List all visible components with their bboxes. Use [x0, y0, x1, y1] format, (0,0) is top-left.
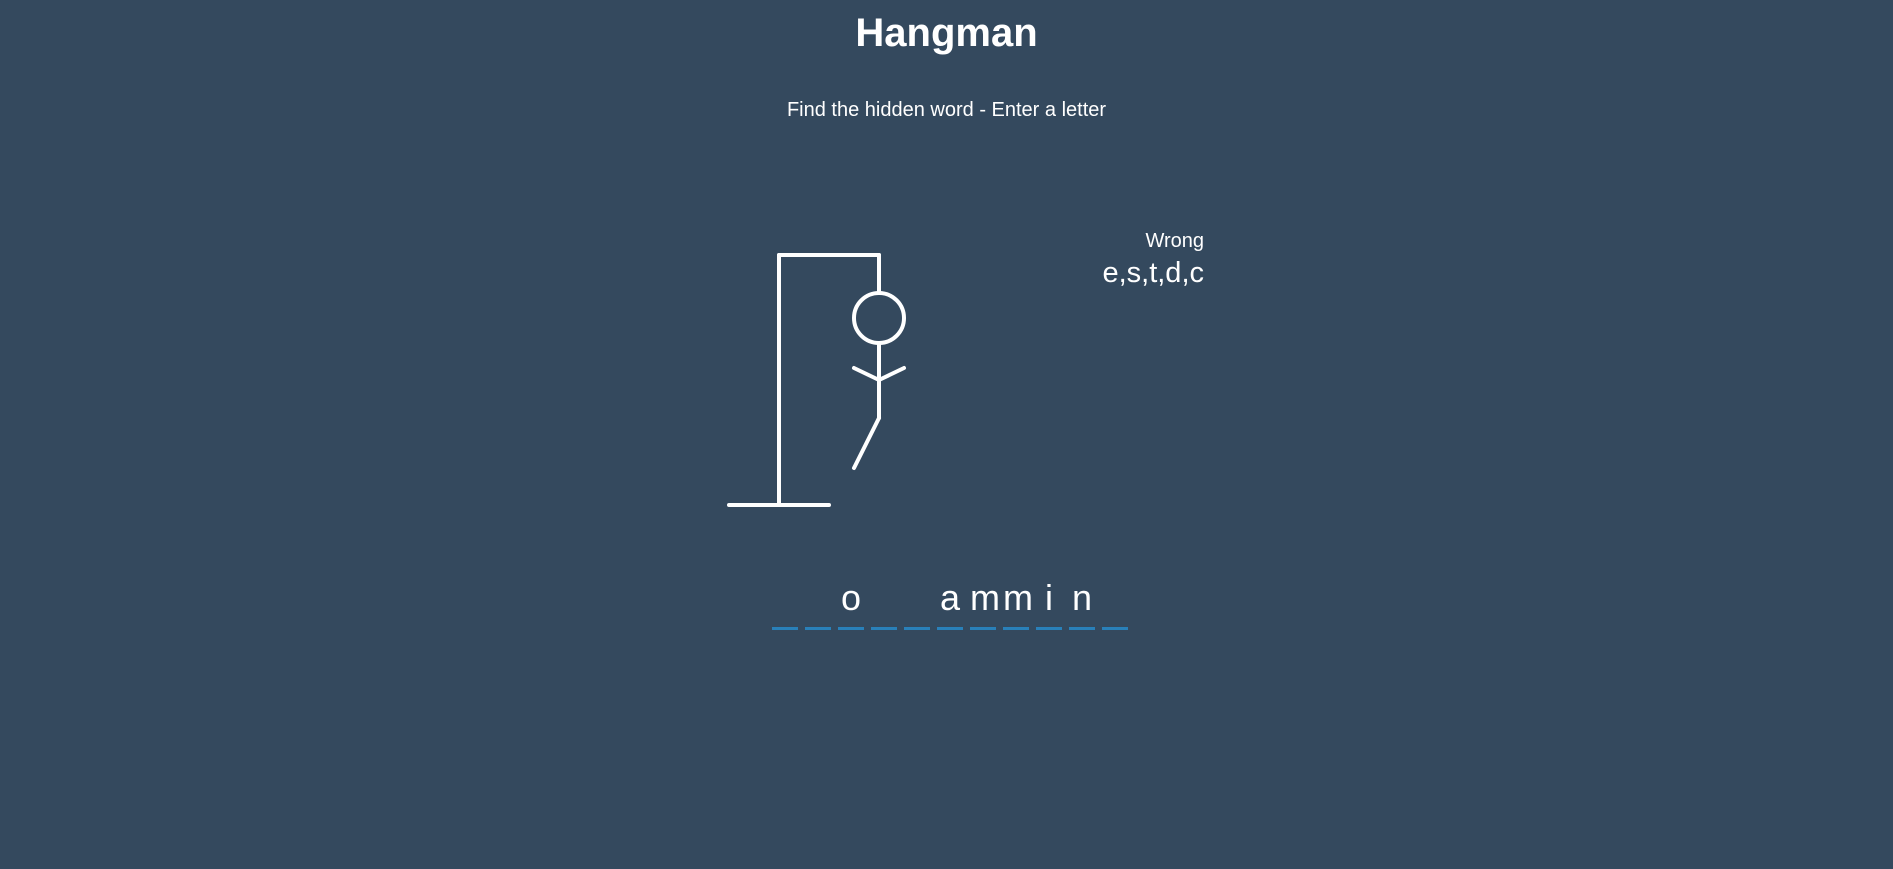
- word-letter-slot: [805, 575, 831, 630]
- word-letter-slot: a: [937, 575, 963, 630]
- word-letter-slot: [904, 575, 930, 630]
- wrong-label: Wrong: [1145, 230, 1204, 252]
- hangman-figure: [720, 240, 920, 520]
- word-letter-slot: m: [970, 575, 1000, 630]
- word-letter-slot: [871, 575, 897, 630]
- page-title: Hangman: [855, 11, 1038, 55]
- word-letter-slot: n: [1069, 575, 1095, 630]
- figure-left-leg: [852, 416, 881, 470]
- figure-head: [852, 291, 906, 345]
- word-letter-slot: [772, 575, 798, 630]
- wrong-letters-panel: Wrong e,s,t,d,c: [1102, 229, 1204, 291]
- figure-left-arm: [852, 366, 881, 382]
- word-letter-slot: [1102, 575, 1128, 630]
- hidden-word: o ammin: [772, 575, 1128, 635]
- wrong-letters-list: e,s,t,d,c: [1102, 257, 1204, 289]
- word-letter-slot: m: [1003, 575, 1033, 630]
- game-page: Hangman Find the hidden word - Enter a l…: [0, 0, 1893, 869]
- word-letter-slot: i: [1036, 575, 1062, 630]
- word-letter-slot: o: [838, 575, 864, 630]
- figure-right-arm: [877, 366, 906, 382]
- hangman-drawing: [727, 253, 906, 507]
- instruction-text: Find the hidden word - Enter a letter: [786, 99, 1107, 121]
